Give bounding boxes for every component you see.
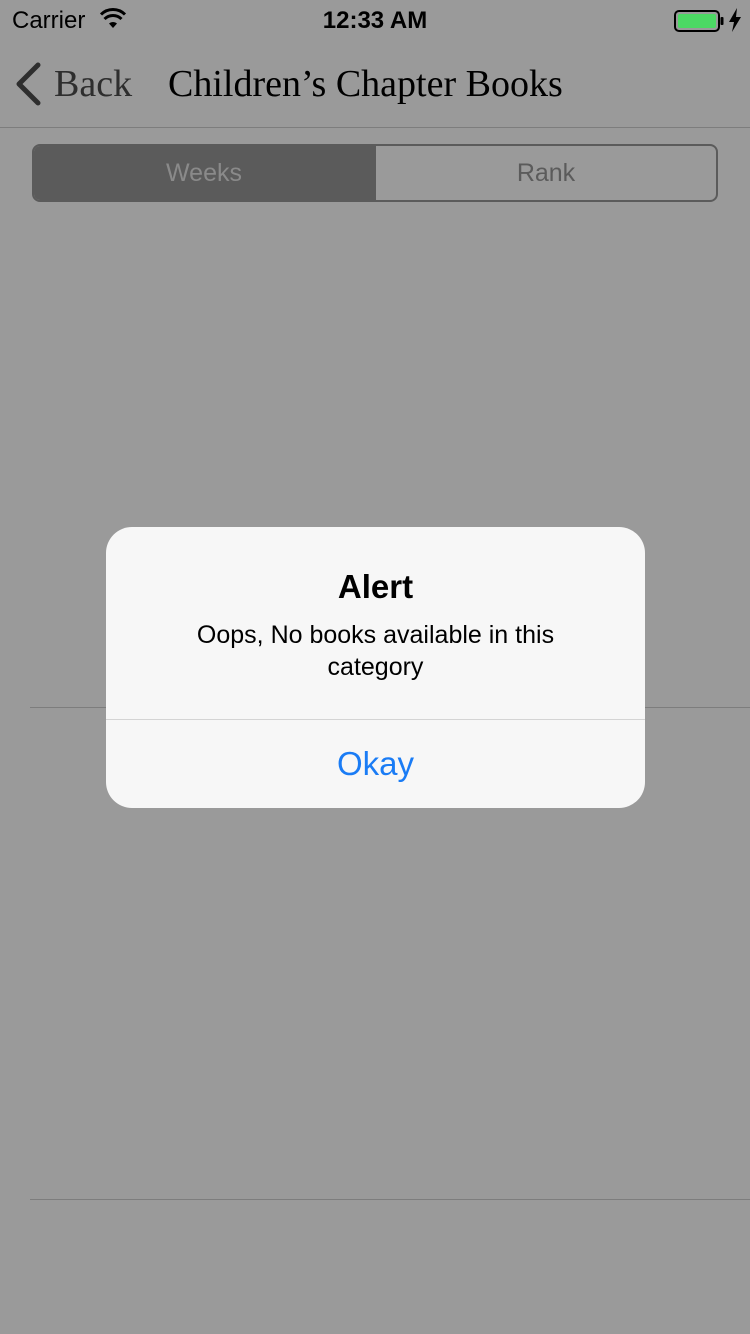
back-button[interactable]: Back: [14, 60, 132, 108]
screen: Carrier 12:33 AM Back Children’s Chapter…: [0, 0, 750, 1334]
row-separator: [30, 1199, 750, 1200]
alert-body: Alert Oops, No books available in this c…: [106, 527, 645, 719]
clock: 12:33 AM: [322, 7, 428, 34]
page-title: Children’s Chapter Books: [168, 63, 563, 105]
alert-title: Alert: [337, 568, 414, 605]
nav-bar: Back Children’s Chapter Books: [0, 40, 750, 128]
segment-weeks[interactable]: Weeks: [34, 146, 374, 200]
segmented-control: Weeks Rank: [32, 144, 718, 202]
status-bar: Carrier 12:33 AM: [0, 0, 750, 40]
back-label: Back: [54, 63, 133, 105]
alert-message: Oops, No books available in this categor…: [196, 621, 555, 681]
charging-bolt-icon: [729, 8, 741, 32]
okay-button[interactable]: Okay: [106, 720, 645, 808]
segment-rank[interactable]: Rank: [374, 146, 716, 200]
chevron-left-icon: [16, 62, 41, 106]
alert-dialog: Alert Oops, No books available in this c…: [106, 527, 645, 808]
battery-icon: [674, 10, 724, 32]
